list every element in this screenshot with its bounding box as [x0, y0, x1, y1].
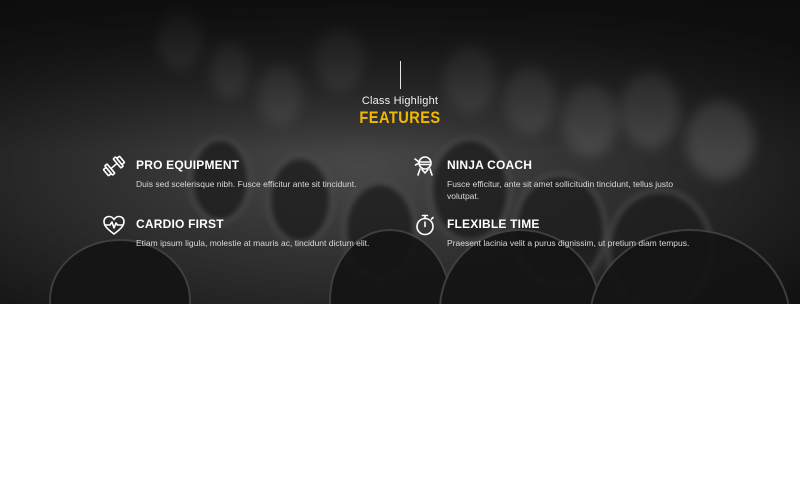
stopwatch-icon	[413, 213, 437, 237]
ninja-icon	[413, 154, 437, 178]
feature-description: Duis sed scelerisque nibh. Fusce efficit…	[136, 179, 357, 189]
heartbeat-icon	[102, 213, 126, 237]
section-title: FEATURES	[359, 108, 441, 127]
empty-content-area	[0, 304, 800, 500]
dark-overlay	[0, 0, 800, 304]
feature-title: NINJA COACH	[447, 158, 533, 172]
feature-title: CARDIO FIRST	[136, 217, 224, 231]
feature-title: PRO EQUIPMENT	[136, 158, 240, 172]
feature-description: Praesent lacinia velit a purus dignissim…	[447, 238, 690, 248]
section-subtitle: Class Highlight	[361, 95, 439, 107]
features-hero-section: Class Highlight FEATURES PRO EQUIPMENT D…	[0, 0, 800, 304]
dumbbell-icon	[102, 154, 126, 178]
feature-description: Etiam ipsum ligula, molestie at mauris a…	[136, 238, 370, 248]
vertical-divider-line	[400, 61, 401, 89]
feature-title: FLEXIBLE TIME	[447, 217, 540, 231]
feature-description: Fusce efficitur, ante sit amet sollicitu…	[447, 179, 674, 201]
